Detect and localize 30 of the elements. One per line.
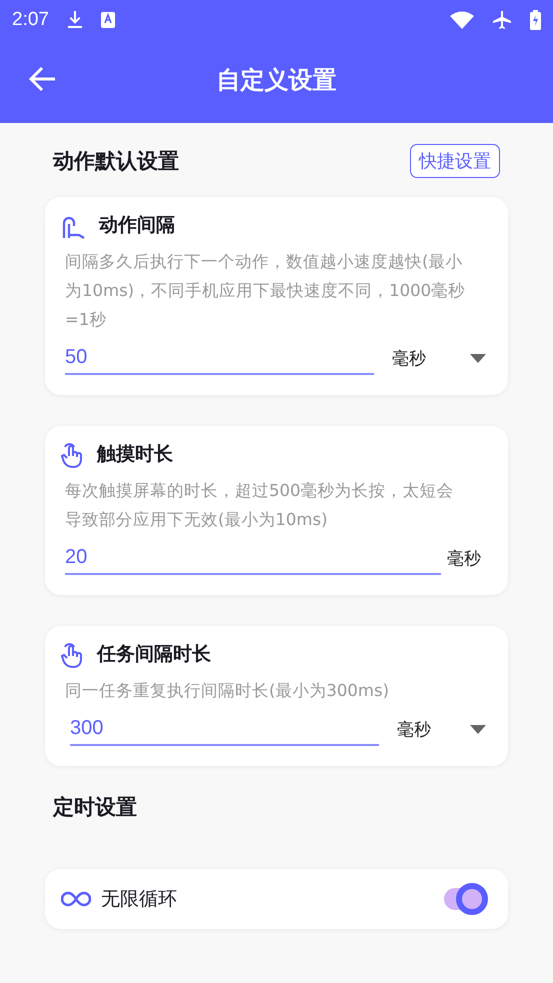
card-title: 动作间隔 — [99, 213, 175, 238]
keyboard-icon — [100, 12, 115, 28]
back-button[interactable] — [28, 64, 58, 94]
dropdown-caret-icon[interactable] — [470, 725, 486, 734]
section-title: 动作默认设置 — [53, 148, 179, 175]
quick-settings-button[interactable]: 快捷设置 — [410, 144, 500, 178]
page-title: 自定义设置 — [216, 64, 336, 96]
loop-switch[interactable] — [444, 883, 488, 915]
value-field[interactable]: 20 — [65, 542, 441, 575]
download-icon — [66, 11, 83, 29]
value-field[interactable]: 300 — [70, 713, 379, 746]
infinity-icon — [61, 891, 91, 907]
battery-icon — [530, 10, 541, 30]
section-title: 定时设置 — [53, 794, 137, 821]
airplane-icon — [492, 10, 512, 30]
hand-icon — [61, 440, 85, 468]
toggle-label: 无限循环 — [101, 887, 178, 912]
unit-label: 毫秒 — [447, 548, 481, 570]
card-description: 间隔多久后执行下一个动作，数值越小速度越快(最小为10ms)，不同手机应用下最快速度不同，1000毫秒=1秒 — [65, 251, 466, 331]
dropdown-caret-icon[interactable] — [470, 354, 486, 363]
wifi-icon — [450, 11, 474, 29]
card-title: 触摸时长 — [97, 442, 173, 467]
status-time: 2:07 — [12, 9, 49, 31]
hand-icon — [61, 640, 85, 668]
card-title: 任务间隔时长 — [97, 642, 211, 667]
unit-label[interactable]: 毫秒 — [392, 347, 426, 370]
value-field[interactable]: 50 — [65, 342, 374, 375]
card-description: 每次触摸屏幕的时长，超过500毫秒为长按，太短会导致部分应用下无效(最小为10ms) — [65, 480, 454, 531]
unit-label[interactable]: 毫秒 — [397, 718, 431, 741]
card-description: 同一任务重复执行间隔时长(最小为300ms) — [65, 680, 390, 702]
